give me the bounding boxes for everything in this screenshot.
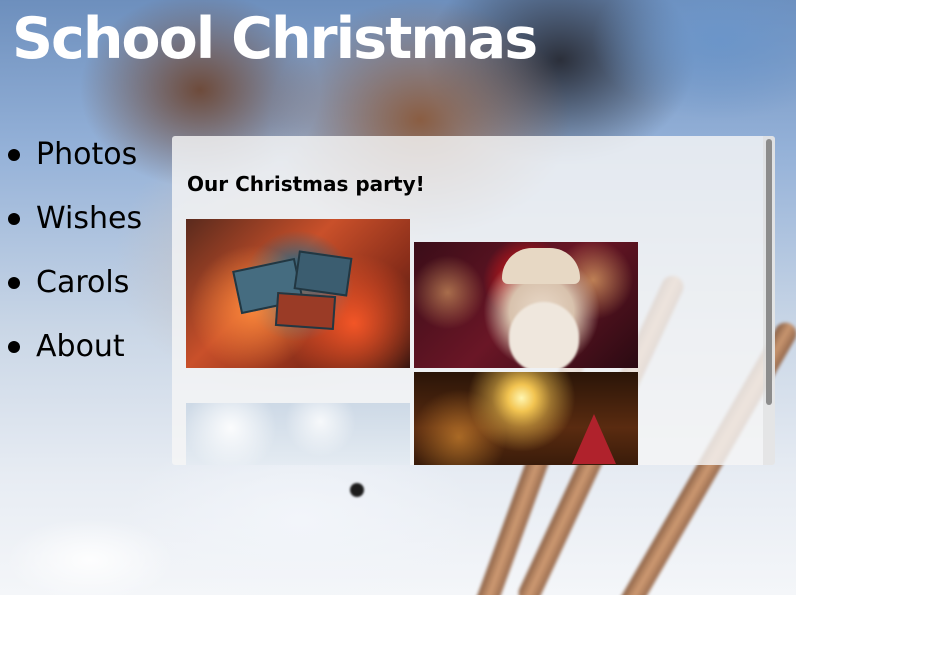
gift-shape — [274, 291, 337, 331]
panel-heading: Our Christmas party! — [187, 172, 425, 196]
bullet-icon — [8, 149, 20, 161]
presents-photo[interactable] — [186, 219, 410, 368]
bullet-icon — [8, 277, 20, 289]
bullet-icon — [8, 213, 20, 225]
nav-item-photos[interactable]: Photos — [0, 125, 142, 189]
snow-bokeh-photo[interactable] — [186, 403, 410, 465]
site-title: School Christmas — [12, 6, 538, 72]
star-gnome-photo[interactable] — [414, 372, 638, 465]
gift-shape — [293, 250, 353, 297]
nav-item-carols[interactable]: Carols — [0, 253, 142, 317]
nav-item-label: Wishes — [36, 201, 143, 236]
santa-photo[interactable] — [414, 242, 638, 368]
nav-item-about[interactable]: About — [0, 317, 142, 381]
nav-item-label: Photos — [36, 137, 138, 172]
bullet-icon — [8, 341, 20, 353]
nav-item-wishes[interactable]: Wishes — [0, 189, 142, 253]
snowman-eye — [350, 483, 364, 497]
gnome-hat-shape — [572, 414, 616, 464]
main-nav: Photos Wishes Carols About — [0, 125, 142, 381]
santa-beard-shape — [509, 302, 579, 368]
nav-item-label: About — [36, 329, 125, 364]
scrollbar-thumb[interactable] — [766, 139, 772, 405]
nav-item-label: Carols — [36, 265, 130, 300]
santa-hat-shape — [502, 248, 580, 284]
content-panel: Our Christmas party! — [172, 136, 775, 465]
